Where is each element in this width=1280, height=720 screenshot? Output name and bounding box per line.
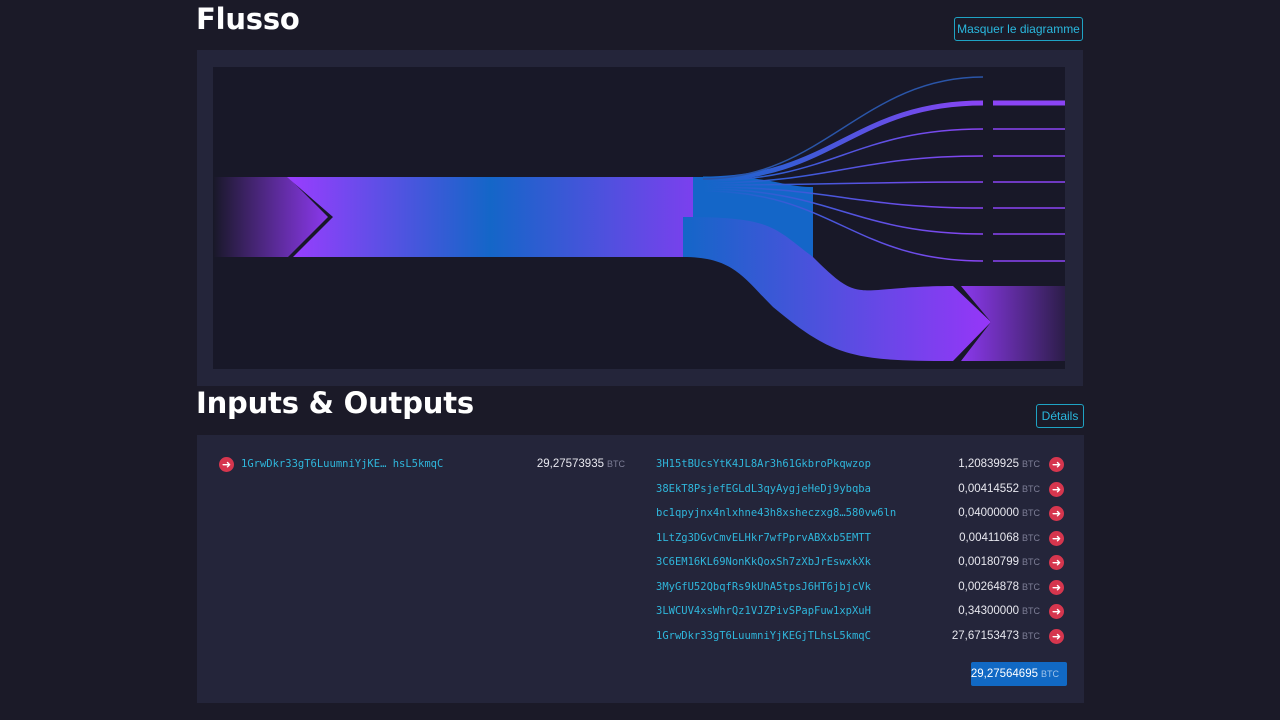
output-address[interactable]: 3MyGfU52QbqfRs9kUhA5tpsJ6HT6jbjcVk: [656, 581, 871, 593]
flow-diagram-panel: [197, 50, 1083, 386]
sankey-diagram: [213, 76, 1065, 361]
output-row: 1LtZg3DGvCmvELHkr7wfPprvABXxb5EMTT 0,004…: [656, 530, 1066, 548]
output-row: 1GrwDkr33gT6LuumniYjKEGjTLhsL5kmqC 27,67…: [656, 628, 1066, 646]
input-amount: 29,27573935 BTC: [536, 458, 625, 470]
details-button[interactable]: Détails: [1036, 404, 1084, 428]
output-amount: 0,00264878 BTC: [958, 581, 1040, 593]
input-address[interactable]: 1GrwDkr33gT6LuumniYjKE… hsL5kmqC: [241, 458, 443, 470]
output-address[interactable]: bc1qpyjnx4nlxhne43h8xsheczxg8…580vw6ln: [656, 507, 896, 519]
output-row: 3C6EM16KL69NonKkQoxSh7zXbJrEswxkXk 0,001…: [656, 554, 1066, 572]
output-amount: 1,20839925 BTC: [958, 458, 1040, 470]
output-amount: 0,04000000 BTC: [958, 507, 1040, 519]
output-address[interactable]: 3H15tBUcsYtK4JL8Ar3h61GkbroPkqwzop: [656, 458, 871, 470]
output-row: 3MyGfU52QbqfRs9kUhA5tpsJ6HT6jbjcVk 0,002…: [656, 579, 1066, 597]
output-row: 3LWCUV4xsWhrQz1VJZPivSPapFuw1xpXuH 0,343…: [656, 603, 1066, 621]
arrow-right-circle-icon[interactable]: ➜: [1049, 580, 1064, 595]
output-address[interactable]: 1LtZg3DGvCmvELHkr7wfPprvABXxb5EMTT: [656, 532, 871, 544]
output-flow-stubs: [993, 100, 1065, 262]
output-row: bc1qpyjnx4nlxhne43h8xsheczxg8…580vw6ln 0…: [656, 505, 1066, 523]
arrow-right-circle-icon[interactable]: ➜: [1049, 604, 1064, 619]
flow-title: Flusso: [196, 2, 300, 36]
hide-diagram-button[interactable]: Masquer le diagramme: [954, 17, 1083, 41]
total-amount-badge: 29,27564695 BTC: [971, 662, 1067, 686]
output-amount: 27,67153473 BTC: [951, 630, 1040, 642]
output-address[interactable]: 3C6EM16KL69NonKkQoxSh7zXbJrEswxkXk: [656, 556, 871, 568]
output-amount: 0,00411068 BTC: [959, 532, 1040, 544]
output-amount: 0,00414552 BTC: [958, 483, 1040, 495]
large-output-flow: [683, 217, 1065, 361]
output-address[interactable]: 3LWCUV4xsWhrQz1VJZPivSPapFuw1xpXuH: [656, 605, 871, 617]
output-amount: 0,00180799 BTC: [958, 556, 1040, 568]
arrow-right-circle-icon[interactable]: ➜: [219, 457, 234, 472]
flow-diagram: [213, 67, 1065, 369]
io-title: Inputs & Outputs: [196, 386, 474, 420]
input-row: ➜ 1GrwDkr33gT6LuumniYjKE… hsL5kmqC 29,27…: [219, 456, 629, 474]
output-row: 38EkT8PsjefEGLdL3qyAygjeHeDj9ybqba 0,004…: [656, 481, 1066, 499]
arrow-right-circle-icon[interactable]: ➜: [1049, 629, 1064, 644]
total-amount: 29,27564695 BTC: [970, 668, 1059, 680]
output-row: 3H15tBUcsYtK4JL8Ar3h61GkbroPkqwzop 1,208…: [656, 456, 1066, 474]
arrow-right-circle-icon[interactable]: ➜: [1049, 555, 1064, 570]
output-amount: 0,34300000 BTC: [958, 605, 1040, 617]
output-address[interactable]: 38EkT8PsjefEGLdL3qyAygjeHeDj9ybqba: [656, 483, 871, 495]
arrow-right-circle-icon[interactable]: ➜: [1049, 531, 1064, 546]
arrow-right-circle-icon[interactable]: ➜: [1049, 506, 1064, 521]
output-address[interactable]: 1GrwDkr33gT6LuumniYjKEGjTLhsL5kmqC: [656, 630, 871, 642]
arrow-right-circle-icon[interactable]: ➜: [1049, 482, 1064, 497]
arrow-right-circle-icon[interactable]: ➜: [1049, 457, 1064, 472]
